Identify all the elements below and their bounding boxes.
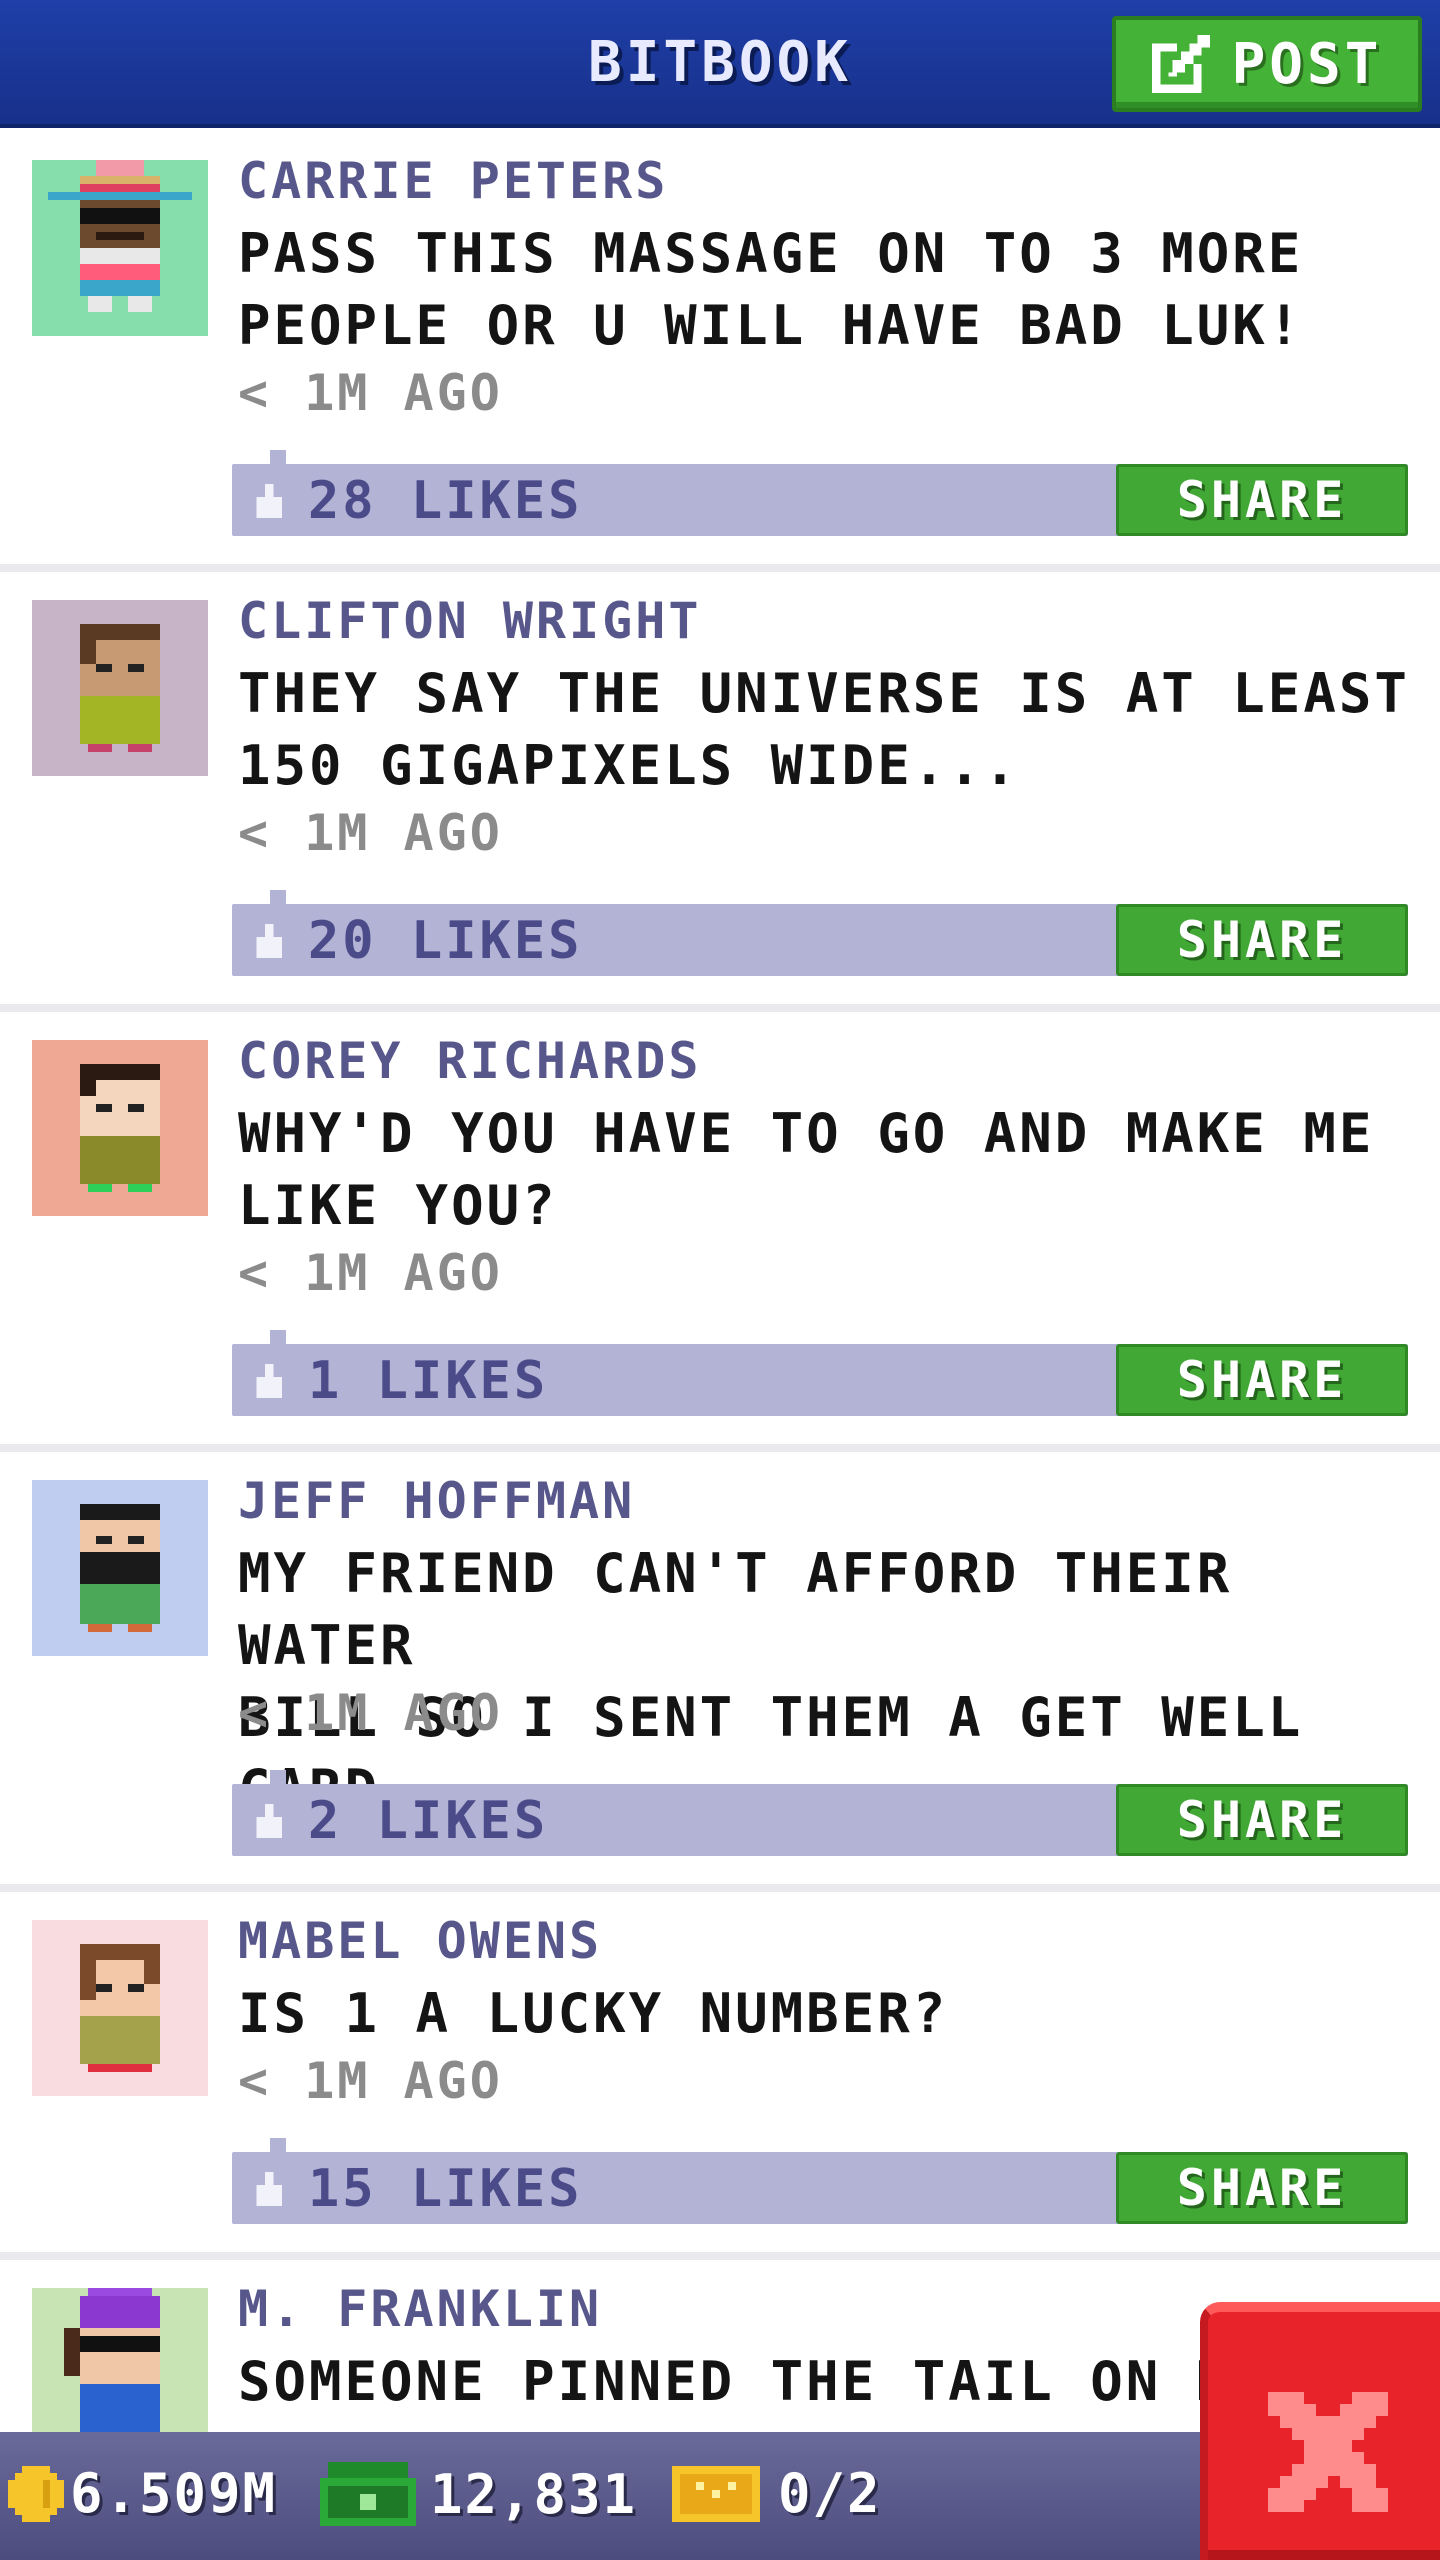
avatar [32, 1480, 208, 1656]
tickets-value: 0/2 [778, 2462, 882, 2525]
likes-bar-notch [270, 1330, 286, 1346]
share-button[interactable]: SHARE [1116, 904, 1408, 976]
coins-stat: 6.509M [8, 2462, 277, 2525]
post-button-label: POST [1231, 31, 1383, 97]
avatar [32, 1920, 208, 2096]
thumbs-up-icon [256, 924, 282, 958]
share-button-label: SHARE [1176, 471, 1348, 529]
post-timestamp: < 1M AGO [238, 804, 503, 862]
compose-icon [1151, 35, 1210, 93]
likes-bar: 1 LIKES SHARE [232, 1330, 1408, 1416]
bux-stat: 12,831 [320, 2462, 637, 2526]
likes-count: 20 LIKES [308, 911, 583, 971]
post-message: THEY SAY THE UNIVERSE IS AT LEAST 150 GI… [238, 662, 1410, 797]
likes-count: 15 LIKES [308, 2159, 583, 2219]
post-message: WHY'D YOU HAVE TO GO AND MAKE ME LIKE YO… [238, 1102, 1375, 1237]
thumbs-up-icon [256, 1804, 282, 1838]
avatar [32, 600, 208, 776]
close-icon [1268, 2392, 1388, 2512]
likes-bar: 20 LIKES SHARE [232, 890, 1408, 976]
share-button-label: SHARE [1176, 1351, 1348, 1409]
share-button[interactable]: SHARE [1116, 2152, 1408, 2224]
feed-post: JEFF HOFFMAN MY FRIEND CAN'T AFFORD THEI… [0, 1452, 1440, 1892]
post-author[interactable]: CLIFTON WRIGHT [238, 592, 701, 650]
feed: CARRIE PETERS PASS THIS MASSAGE ON TO 3 … [0, 132, 1440, 2464]
share-button[interactable]: SHARE [1116, 464, 1408, 536]
post-author[interactable]: CARRIE PETERS [238, 152, 668, 210]
post-author[interactable]: MABEL OWENS [238, 1912, 602, 1970]
likes-bar: 15 LIKES SHARE [232, 2138, 1408, 2224]
likes-count: 1 LIKES [308, 1351, 549, 1411]
post-message: IS 1 A LUCKY NUMBER? [238, 1982, 949, 2045]
likes-bar-notch [270, 2138, 286, 2154]
likes-bar: 2 LIKES SHARE [232, 1770, 1408, 1856]
likes-bar-notch [270, 890, 286, 906]
bux-value: 12,831 [430, 2462, 638, 2526]
likes-count: 2 LIKES [308, 1791, 549, 1851]
app-header: BITBOOK POST [0, 0, 1440, 128]
post-button[interactable]: POST [1112, 16, 1422, 112]
coin-icon [8, 2465, 64, 2522]
feed-post: COREY RICHARDS WHY'D YOU HAVE TO GO AND … [0, 1012, 1440, 1452]
post-author[interactable]: COREY RICHARDS [238, 1032, 701, 1090]
share-button[interactable]: SHARE [1116, 1784, 1408, 1856]
likes-bar: 28 LIKES SHARE [232, 450, 1408, 536]
likes-count: 28 LIKES [308, 471, 583, 531]
post-timestamp: < 1M AGO [238, 364, 503, 422]
feed-post: CARRIE PETERS PASS THIS MASSAGE ON TO 3 … [0, 132, 1440, 572]
post-timestamp: < 1M AGO [238, 2052, 503, 2110]
ticket-icon [672, 2465, 760, 2522]
share-button-label: SHARE [1176, 2159, 1348, 2217]
share-button-label: SHARE [1176, 911, 1348, 969]
feed-post: CLIFTON WRIGHT THEY SAY THE UNIVERSE IS … [0, 572, 1440, 1012]
coins-value: 6.509M [70, 2462, 278, 2525]
likes-bar-notch [270, 450, 286, 466]
post-message: MY FRIEND CAN'T AFFORD THEIR WATER BILL … [238, 1542, 1304, 1821]
post-author[interactable]: JEFF HOFFMAN [238, 1472, 635, 1530]
avatar [32, 160, 208, 336]
feed-post: MABEL OWENS IS 1 A LUCKY NUMBER? < 1M AG… [0, 1892, 1440, 2260]
post-message: PASS THIS MASSAGE ON TO 3 MORE PEOPLE OR… [238, 222, 1304, 357]
share-button[interactable]: SHARE [1116, 1344, 1408, 1416]
post-timestamp: < 1M AGO [238, 1244, 503, 1302]
tickets-stat: 0/2 [672, 2462, 882, 2525]
share-button-label: SHARE [1176, 1791, 1348, 1849]
likes-bar-notch [270, 1770, 286, 1786]
post-timestamp: < 1M AGO [238, 1684, 503, 1742]
post-author[interactable]: M. FRANKLIN [238, 2280, 602, 2338]
thumbs-up-icon [256, 484, 282, 518]
close-button[interactable] [1200, 2302, 1440, 2560]
thumbs-up-icon [256, 2172, 282, 2206]
avatar [32, 1040, 208, 1216]
bux-icon [320, 2462, 416, 2526]
thumbs-up-icon [256, 1364, 282, 1398]
